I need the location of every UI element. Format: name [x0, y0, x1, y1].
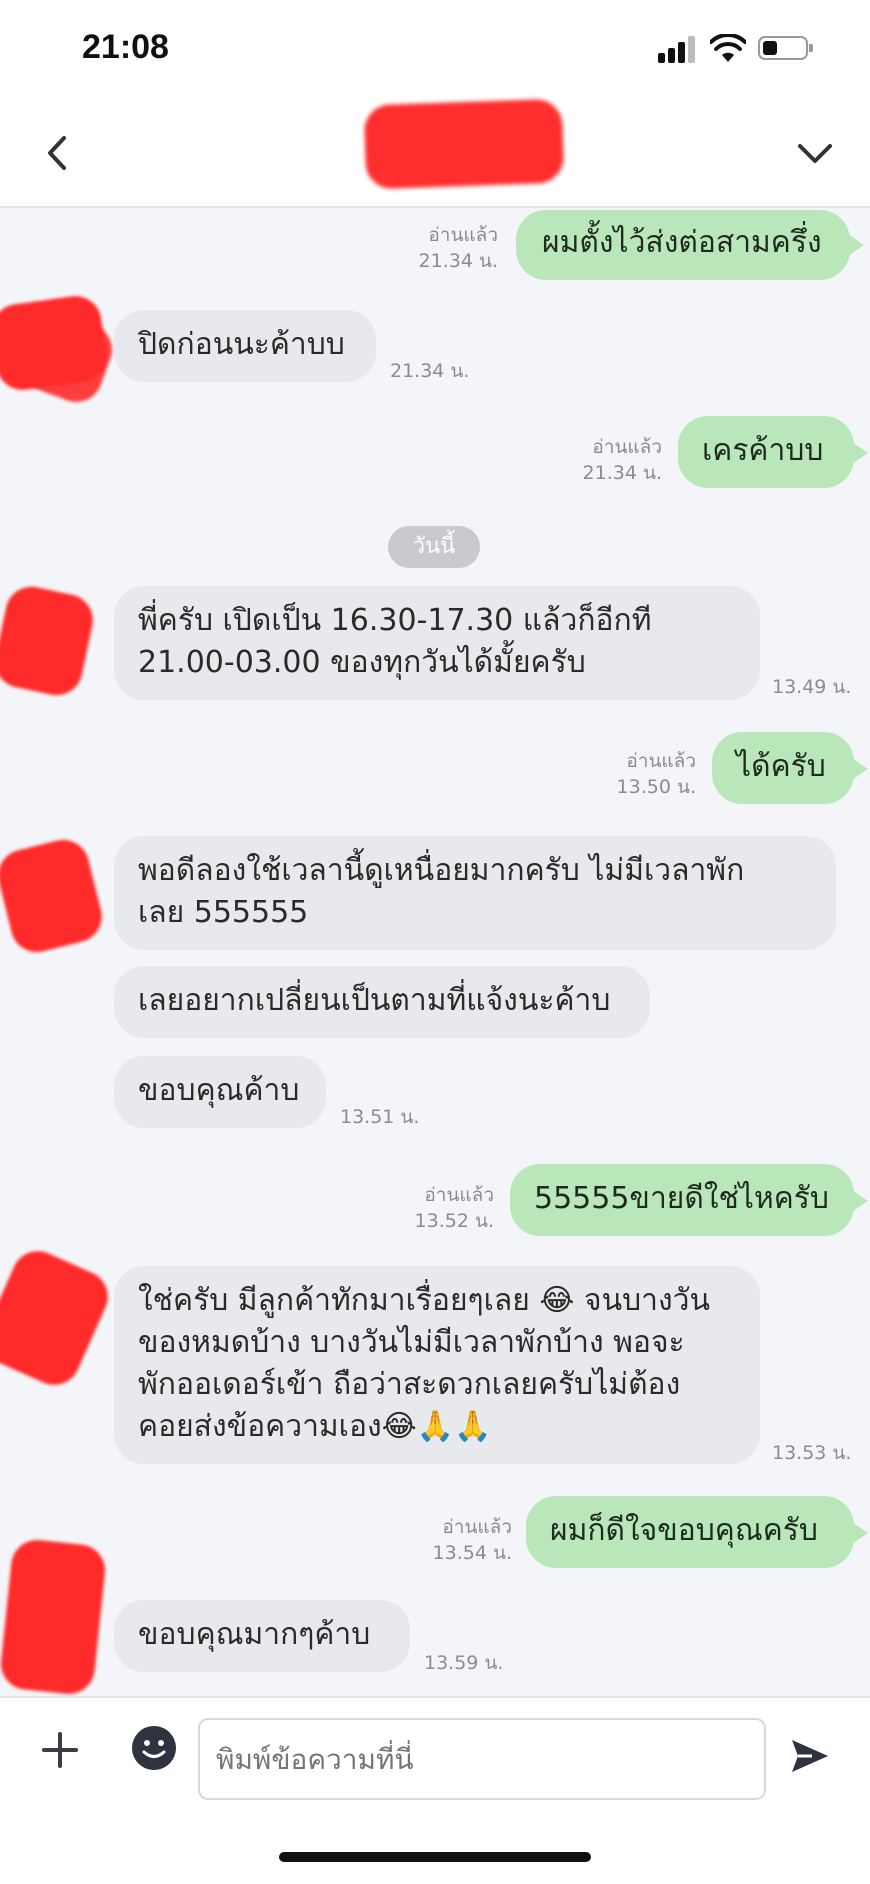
outgoing-message[interactable]: 55555ขายดีใช่ไหครับ: [510, 1164, 854, 1236]
message-time: 13.59 น.: [424, 1652, 504, 1674]
message-meta: อ่านแล้ว 13.52 น.: [392, 1182, 494, 1234]
battery-icon: [758, 36, 813, 60]
message-meta: อ่านแล้ว 21.34 น.: [400, 222, 498, 274]
read-receipt: อ่านแล้ว: [592, 436, 662, 458]
signal-icon: [658, 35, 698, 63]
home-indicator: [279, 1852, 591, 1862]
wifi-icon: [710, 34, 746, 62]
incoming-message[interactable]: ปิดก่อนนะค้าบบ: [114, 310, 376, 382]
read-receipt: อ่านแล้ว: [442, 1516, 512, 1538]
chat-area: อ่านแล้ว 21.34 น. ผมตั้งไว้ส่งต่อสามครึ่…: [0, 208, 870, 1696]
status-time: 21:08: [82, 28, 169, 66]
incoming-message[interactable]: เลยอยากเปลี่ยนเป็นตามที่แจ้งนะค้าบ: [114, 966, 650, 1038]
status-bar: 21:08: [0, 0, 870, 100]
message-time: 21.34 น.: [418, 250, 498, 272]
incoming-message[interactable]: ขอบคุณมากๆค้าบ: [114, 1600, 410, 1672]
avatar[interactable]: [0, 581, 98, 701]
message-time: 13.51 น.: [340, 1106, 420, 1128]
outgoing-message[interactable]: ผมตั้งไว้ส่งต่อสามครึ่ง: [516, 210, 850, 280]
avatar[interactable]: [0, 1242, 117, 1394]
incoming-message[interactable]: พอดีลองใช้เวลานี้ดูเหนื่อยมากครับ ไม่มีเ…: [114, 836, 836, 950]
back-icon[interactable]: [36, 128, 80, 178]
message-time: 13.50 น.: [616, 776, 696, 798]
message-meta: อ่านแล้ว 13.54 น.: [410, 1514, 512, 1566]
incoming-message[interactable]: ใช่ครับ มีลูกค้าทักมาเรื่อยๆเลย 😂 จนบางว…: [114, 1266, 760, 1464]
message-input[interactable]: [198, 1718, 766, 1800]
date-divider: วันนี้: [388, 526, 480, 568]
message-time: 21.34 น.: [390, 360, 470, 382]
incoming-message[interactable]: ขอบคุณค้าบ: [114, 1056, 326, 1128]
chevron-down-icon[interactable]: [790, 128, 840, 178]
outgoing-message[interactable]: ได้ครับ: [712, 732, 854, 804]
send-icon[interactable]: [788, 1734, 832, 1778]
message-time: 21.34 น.: [582, 462, 662, 484]
outgoing-message[interactable]: ผมก็ดีใจขอบคุณครับ: [526, 1496, 854, 1568]
message-time: 13.53 น.: [772, 1442, 852, 1464]
message-time: 13.52 น.: [414, 1210, 494, 1232]
read-receipt: อ่านแล้ว: [424, 1184, 494, 1206]
message-meta: อ่านแล้ว 13.50 น.: [596, 748, 696, 800]
incoming-message[interactable]: พี่ครับ เปิดเป็น 16.30-17.30 แล้วก็อีกที…: [114, 586, 760, 700]
message-time: 13.49 น.: [772, 676, 852, 698]
avatar[interactable]: [0, 834, 108, 958]
read-receipt: อ่านแล้ว: [428, 224, 498, 246]
plus-icon[interactable]: [36, 1726, 84, 1774]
redacted-contact-name: [363, 98, 565, 190]
read-receipt: อ่านแล้ว: [626, 750, 696, 772]
outgoing-message[interactable]: เครค้าบบ: [678, 416, 854, 488]
avatar[interactable]: [0, 1537, 108, 1696]
message-time: 13.54 น.: [432, 1542, 512, 1564]
sticker-icon[interactable]: [132, 1726, 176, 1770]
message-meta: อ่านแล้ว 21.34 น.: [560, 434, 662, 486]
